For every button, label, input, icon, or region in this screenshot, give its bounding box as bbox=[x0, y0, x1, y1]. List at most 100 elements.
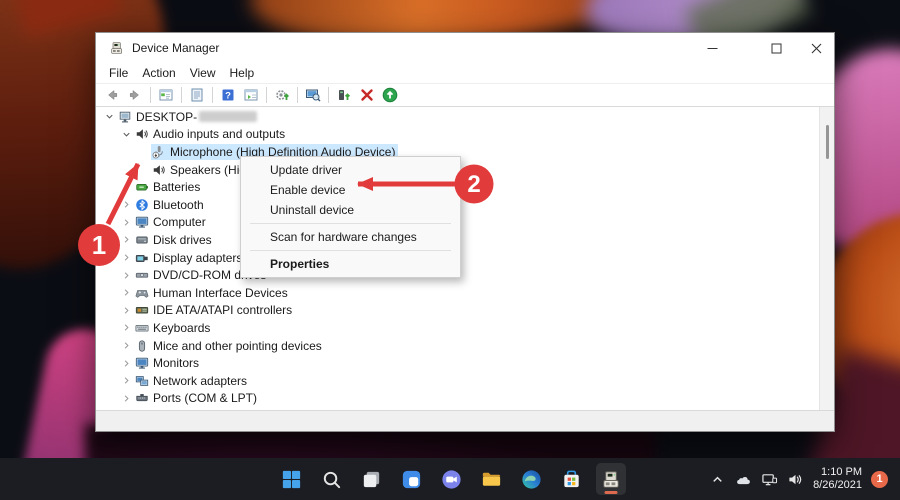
menu-item-enable-device[interactable]: Enable device bbox=[241, 180, 460, 200]
update-driver-button[interactable] bbox=[272, 86, 292, 105]
menu-item-properties[interactable]: Properties bbox=[241, 254, 460, 274]
display-adapter-icon bbox=[135, 251, 149, 265]
clock-date: 8/26/2021 bbox=[813, 479, 862, 492]
device-tree-panel: DESKTOP-Audio inputs and outputsMicropho… bbox=[96, 107, 834, 410]
tree-item-ide-ata-atapi-controllers[interactable]: IDE ATA/ATAPI controllers bbox=[96, 302, 819, 320]
back-button[interactable] bbox=[102, 86, 122, 105]
taskbar-device-manager-button[interactable] bbox=[596, 463, 626, 495]
network-icon[interactable] bbox=[761, 472, 778, 487]
chevron-collapsed-icon[interactable] bbox=[121, 181, 134, 194]
row-content: Keyboards bbox=[134, 320, 213, 336]
chevron-collapsed-icon[interactable] bbox=[121, 198, 134, 211]
tree-item-label: Ports (COM & LPT) bbox=[153, 391, 257, 405]
show-action-pane-button[interactable] bbox=[241, 86, 261, 105]
tree-item-label: Monitors bbox=[153, 356, 199, 370]
menu-action[interactable]: Action bbox=[135, 66, 182, 80]
volume-icon[interactable] bbox=[787, 472, 804, 487]
taskbar-store-button[interactable] bbox=[556, 463, 586, 495]
row-content: DESKTOP- bbox=[117, 109, 260, 125]
tree-item-ports-com-lpt[interactable]: Ports (COM & LPT) bbox=[96, 390, 819, 408]
enable-device-button[interactable] bbox=[334, 86, 354, 105]
taskbar-file-explorer-button[interactable] bbox=[476, 463, 506, 495]
properties-button[interactable] bbox=[187, 86, 207, 105]
tree-item-human-interface-devices[interactable]: Human Interface Devices bbox=[96, 284, 819, 302]
chevron-collapsed-icon[interactable] bbox=[121, 216, 134, 229]
notification-badge[interactable]: 1 bbox=[871, 471, 888, 488]
tree-item-audio-inputs-and-outputs[interactable]: Audio inputs and outputs bbox=[96, 126, 819, 144]
tree-item-label: Mice and other pointing devices bbox=[153, 339, 322, 353]
menu-item-update-driver[interactable]: Update driver bbox=[241, 160, 460, 180]
tree-item-label: IDE ATA/ATAPI controllers bbox=[153, 303, 292, 317]
row-content: Network adapters bbox=[134, 373, 250, 389]
chevron-collapsed-icon[interactable] bbox=[121, 374, 134, 387]
chevron-collapsed-icon[interactable] bbox=[121, 392, 134, 405]
help-button[interactable]: ? bbox=[218, 86, 238, 105]
tree-item-label: Network adapters bbox=[153, 374, 247, 388]
taskbar-edge-button[interactable] bbox=[516, 463, 546, 495]
chevron-up-icon[interactable] bbox=[709, 472, 726, 487]
tree-item-monitors[interactable]: Monitors bbox=[96, 354, 819, 372]
menu-separator bbox=[250, 250, 451, 251]
taskbar-start-button[interactable] bbox=[276, 463, 306, 495]
menu-view[interactable]: View bbox=[183, 66, 223, 80]
ide-controller-icon bbox=[135, 303, 149, 317]
ports-icon bbox=[135, 391, 149, 405]
menu-item-uninstall-device[interactable]: Uninstall device bbox=[241, 200, 460, 220]
forward-button[interactable] bbox=[125, 86, 145, 105]
mouse-icon bbox=[135, 339, 149, 353]
microphone-disabled-icon bbox=[152, 145, 166, 159]
console-tree-button[interactable] bbox=[156, 86, 176, 105]
chevron-collapsed-icon[interactable] bbox=[121, 251, 134, 264]
taskbar-widgets-button[interactable] bbox=[396, 463, 426, 495]
chevron-collapsed-icon[interactable] bbox=[121, 321, 134, 334]
chevron-placeholder bbox=[138, 145, 151, 158]
tree-item-mice-and-other-pointing-devices[interactable]: Mice and other pointing devices bbox=[96, 337, 819, 355]
chevron-expanded-icon[interactable] bbox=[104, 110, 117, 123]
tree-item-keyboards[interactable]: Keyboards bbox=[96, 319, 819, 337]
bluetooth-icon bbox=[135, 198, 149, 212]
chevron-collapsed-icon[interactable] bbox=[121, 233, 134, 246]
tree-item-label: Disk drives bbox=[153, 233, 212, 247]
row-content: Ports (COM & LPT) bbox=[134, 390, 260, 406]
update-driver-software-button[interactable] bbox=[380, 86, 400, 105]
window-title: Device Manager bbox=[132, 41, 219, 55]
chevron-collapsed-icon[interactable] bbox=[121, 339, 134, 352]
tree-item-desktop[interactable]: DESKTOP- bbox=[96, 108, 819, 126]
chevron-expanded-icon[interactable] bbox=[121, 128, 134, 141]
toolbar-separator bbox=[181, 87, 182, 103]
battery-icon bbox=[135, 180, 149, 194]
toolbar-separator bbox=[212, 87, 213, 103]
taskbar-clock[interactable]: 1:10 PM 8/26/2021 bbox=[813, 466, 862, 492]
tree-item-label: Human Interface Devices bbox=[153, 286, 288, 300]
tree-item-network-adapters[interactable]: Network adapters bbox=[96, 372, 819, 390]
computer-icon bbox=[118, 110, 132, 124]
menu-item-scan-for-hardware-changes[interactable]: Scan for hardware changes bbox=[241, 227, 460, 247]
taskbar-chat-button[interactable] bbox=[436, 463, 466, 495]
chevron-collapsed-icon[interactable] bbox=[121, 304, 134, 317]
close-button[interactable] bbox=[798, 33, 834, 63]
chevron-collapsed-icon[interactable] bbox=[121, 286, 134, 299]
menu-file[interactable]: File bbox=[102, 66, 135, 80]
scrollbar-thumb[interactable] bbox=[826, 125, 829, 159]
scan-hardware-button[interactable] bbox=[303, 86, 323, 105]
onedrive-icon[interactable] bbox=[735, 472, 752, 487]
taskbar-search-button[interactable] bbox=[316, 463, 346, 495]
uninstall-device-button[interactable] bbox=[357, 86, 377, 105]
row-content: Speakers (Hig bbox=[151, 162, 249, 178]
chevron-collapsed-icon[interactable] bbox=[121, 357, 134, 370]
minimize-button[interactable] bbox=[694, 33, 730, 63]
chevron-collapsed-icon[interactable] bbox=[121, 269, 134, 282]
menu-help[interactable]: Help bbox=[223, 66, 262, 80]
tree-item-label: Display adapters bbox=[153, 251, 242, 265]
device-manager-icon bbox=[109, 40, 125, 56]
hid-icon bbox=[135, 286, 149, 300]
device-manager-window: Device Manager FileActionViewHelp ? DESK… bbox=[95, 32, 835, 432]
vertical-scrollbar[interactable] bbox=[819, 107, 834, 410]
row-content: Computer bbox=[134, 214, 209, 230]
taskbar-task-view-button[interactable] bbox=[356, 463, 386, 495]
maximize-button[interactable] bbox=[758, 33, 794, 63]
row-content: Disk drives bbox=[134, 232, 215, 248]
menu-separator bbox=[250, 223, 451, 224]
row-content: Monitors bbox=[134, 355, 202, 371]
menu-bar: FileActionViewHelp bbox=[96, 63, 834, 84]
